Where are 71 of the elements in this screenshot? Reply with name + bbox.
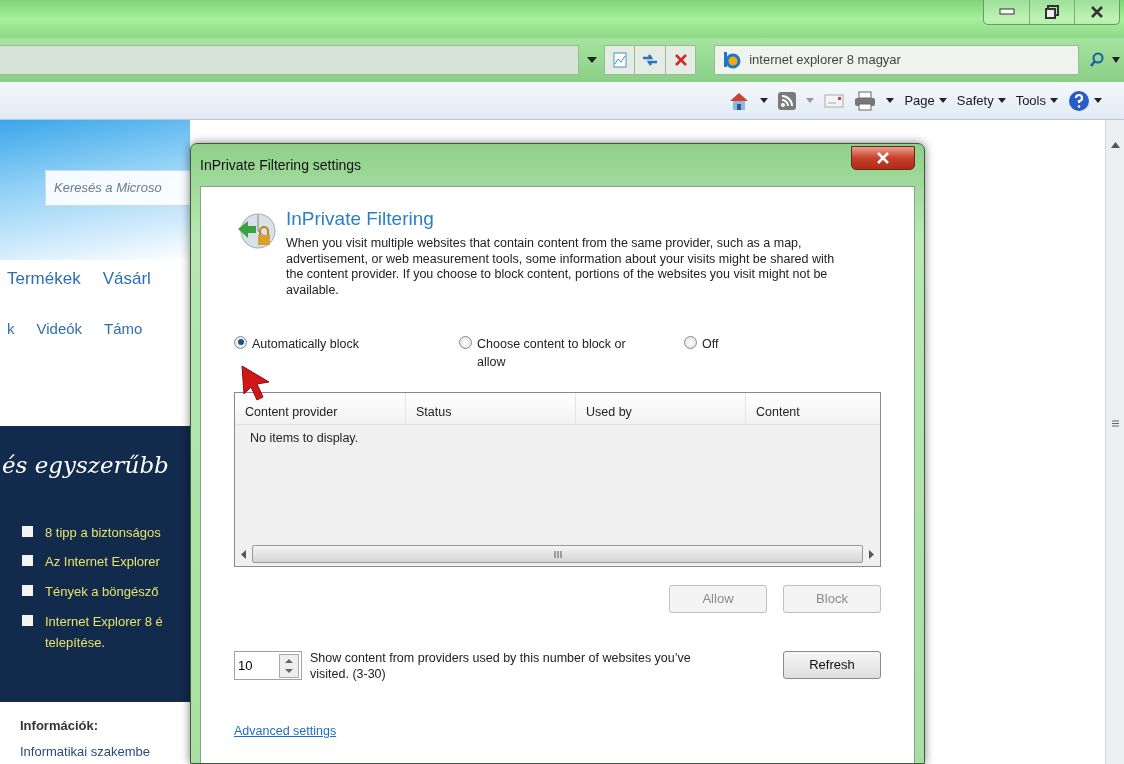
dialog-heading: InPrivate Filtering [286, 209, 435, 228]
nav-link[interactable]: Vásárl [102, 266, 151, 292]
dialog-title: InPrivate Filtering settings [200, 155, 362, 175]
radio-button[interactable] [234, 335, 247, 349]
nav-link[interactable]: Termékek [7, 266, 81, 292]
radio-label[interactable]: Automatically block [252, 334, 359, 354]
number-field[interactable]: 10 [235, 654, 279, 677]
menu-button[interactable]: Tools [1015, 90, 1058, 111]
dropdown-arrow-icon[interactable] [1112, 57, 1120, 63]
scrollbar[interactable] [1105, 120, 1124, 764]
nav-link[interactable]: k [7, 317, 15, 340]
search-icon[interactable] [1088, 52, 1105, 68]
close-button[interactable] [851, 146, 915, 170]
bullet-icon [22, 614, 33, 626]
banner-link[interactable]: Az Internet Explorer [45, 552, 160, 574]
minimize-icon[interactable] [998, 8, 1015, 16]
scroll-left-icon[interactable] [241, 549, 246, 559]
search-field[interactable]: internet explorer 8 magyar [714, 45, 1079, 75]
advanced-settings-link[interactable]: Advanced settings [234, 724, 337, 739]
spin-arrows-icon[interactable] [279, 653, 299, 678]
nav-link[interactable]: Támo [104, 317, 143, 340]
scroll-up-icon[interactable] [1110, 142, 1120, 148]
address-field[interactable] [0, 45, 580, 75]
search-field[interactable]: Keresés a Microso [45, 170, 190, 206]
refresh-button[interactable]: Refresh [783, 651, 881, 679]
description-text: When you visit multiple websites that contain content from the same provider, such as a map, advertisement, or web measurement tools, some information about your visits might be shared with the content provider. If you choose to block content, portions of the websites you visit might not be available. [286, 236, 836, 299]
bullet-icon [22, 555, 33, 567]
stop-button[interactable] [664, 45, 697, 75]
column-header[interactable]: Used by [575, 393, 745, 424]
menu-button[interactable]: Safety [956, 90, 1006, 111]
mail-icon[interactable] [824, 93, 845, 108]
help-button[interactable] [1068, 89, 1102, 112]
banner-heading: és egyszerűbb [1, 451, 170, 480]
column-header[interactable]: Content provider [235, 393, 405, 424]
restore-icon[interactable] [1045, 5, 1059, 19]
column-header[interactable]: Status [405, 393, 575, 424]
caret-icon[interactable] [938, 98, 947, 103]
radio-label[interactable]: Choose content to block or allow [477, 334, 642, 372]
threshold-label: Show content from providers used by this number of websites you’ve visited. (3-30) [310, 651, 692, 683]
column-header[interactable]: Content [745, 393, 880, 424]
dropdown-arrow-icon[interactable] [886, 98, 895, 103]
dropdown-arrow-icon[interactable] [760, 98, 769, 103]
dropdown-arrow-icon[interactable] [587, 57, 598, 63]
scrollbar-thumb[interactable] [252, 545, 863, 563]
scroll-right-icon[interactable] [869, 549, 874, 559]
arrows-icon[interactable] [641, 52, 660, 68]
section-heading: Információk: [20, 717, 99, 735]
number-spinner[interactable]: 10 [234, 651, 302, 680]
caret-icon[interactable] [997, 98, 1006, 103]
caret-icon[interactable] [1094, 98, 1102, 103]
radio-button[interactable] [459, 335, 472, 349]
radio-label[interactable]: Off [702, 334, 719, 354]
menu-button[interactable]: Page [904, 90, 947, 111]
banner-link[interactable]: 8 tipp a biztonságos [45, 522, 161, 544]
nav-link[interactable]: Videók [36, 317, 83, 340]
feed-icon[interactable] [778, 91, 797, 110]
empty-message: No items to display. [250, 431, 359, 445]
close-icon[interactable] [1090, 6, 1104, 18]
grip-icon[interactable] [1111, 420, 1119, 427]
grip-icon[interactable] [553, 550, 562, 558]
banner-link[interactable]: Tények a böngésző [45, 582, 159, 603]
bullet-icon [22, 525, 33, 537]
stop-icon[interactable] [673, 53, 688, 67]
refresh-button[interactable] [634, 45, 666, 75]
print-icon[interactable] [854, 90, 877, 111]
caret-icon[interactable] [1050, 98, 1058, 103]
radio-button[interactable] [684, 335, 697, 349]
help-icon[interactable] [1068, 89, 1090, 112]
bullet-icon [22, 585, 33, 597]
info-link[interactable]: Informatikai szakembe [20, 741, 190, 761]
banner-link[interactable]: Internet Explorer 8 é telepítése. [45, 611, 163, 654]
